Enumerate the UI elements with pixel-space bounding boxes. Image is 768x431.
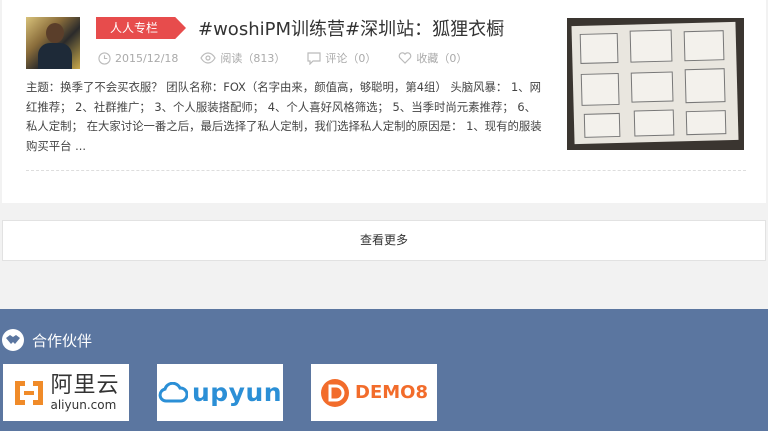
favorites-text: 收藏（0） bbox=[416, 52, 468, 65]
demo8-text: DEMO8 bbox=[355, 382, 428, 403]
demo8-badge-icon bbox=[321, 378, 349, 407]
partners-title: 合作伙伴 bbox=[32, 331, 93, 350]
article-title[interactable]: #woshiPM训练营#深圳站：狐狸衣橱 bbox=[198, 17, 504, 43]
favorites-item[interactable]: 收藏（0） bbox=[398, 50, 467, 66]
upyun-text: upyun bbox=[191, 378, 283, 407]
partners-section: 合作伙伴 阿里云 aliyun.com upyun DEMO8 bbox=[0, 309, 768, 431]
author-avatar[interactable] bbox=[26, 17, 80, 69]
aliyun-cloud-icon bbox=[15, 380, 44, 405]
demo8-logo[interactable]: DEMO8 bbox=[311, 364, 437, 421]
article-thumbnail[interactable] bbox=[567, 18, 744, 150]
eye-icon bbox=[200, 52, 217, 64]
aliyun-cn-text: 阿里云 bbox=[50, 372, 120, 398]
article-meta: 2015/12/18 阅读（813） 评论（0） 收藏（0） bbox=[98, 50, 489, 66]
reads-item: 阅读（813） bbox=[200, 50, 285, 66]
partners-heading: 合作伙伴 bbox=[2, 329, 92, 351]
date-item: 2015/12/18 bbox=[98, 52, 178, 65]
load-more-button[interactable]: 查看更多 bbox=[2, 220, 766, 261]
date-text: 2015/12/18 bbox=[115, 51, 179, 65]
comments-text: 评论（0） bbox=[325, 52, 377, 65]
category-tag[interactable]: 人人专栏 bbox=[96, 17, 186, 39]
clock-icon bbox=[98, 51, 111, 65]
comments-item[interactable]: 评论（0） bbox=[307, 50, 376, 66]
reads-text: 阅读（813） bbox=[220, 52, 286, 65]
upyun-cloud-icon bbox=[158, 381, 188, 402]
handshake-icon bbox=[2, 329, 24, 351]
comment-icon bbox=[307, 51, 322, 65]
article-summary: 主题：换季了不会买衣服？ 团队名称：FOX（名字由来，颜值高，够聪明，第4组） … bbox=[26, 80, 542, 153]
article-card: 人人专栏 #woshiPM训练营#深圳站：狐狸衣橱 2015/12/18 阅读（… bbox=[2, 0, 766, 203]
heart-icon bbox=[399, 52, 412, 64]
aliyun-logo[interactable]: 阿里云 aliyun.com bbox=[3, 364, 129, 421]
card-divider bbox=[26, 170, 746, 171]
upyun-logo[interactable]: upyun bbox=[157, 364, 283, 421]
aliyun-en-text: aliyun.com bbox=[50, 397, 117, 412]
